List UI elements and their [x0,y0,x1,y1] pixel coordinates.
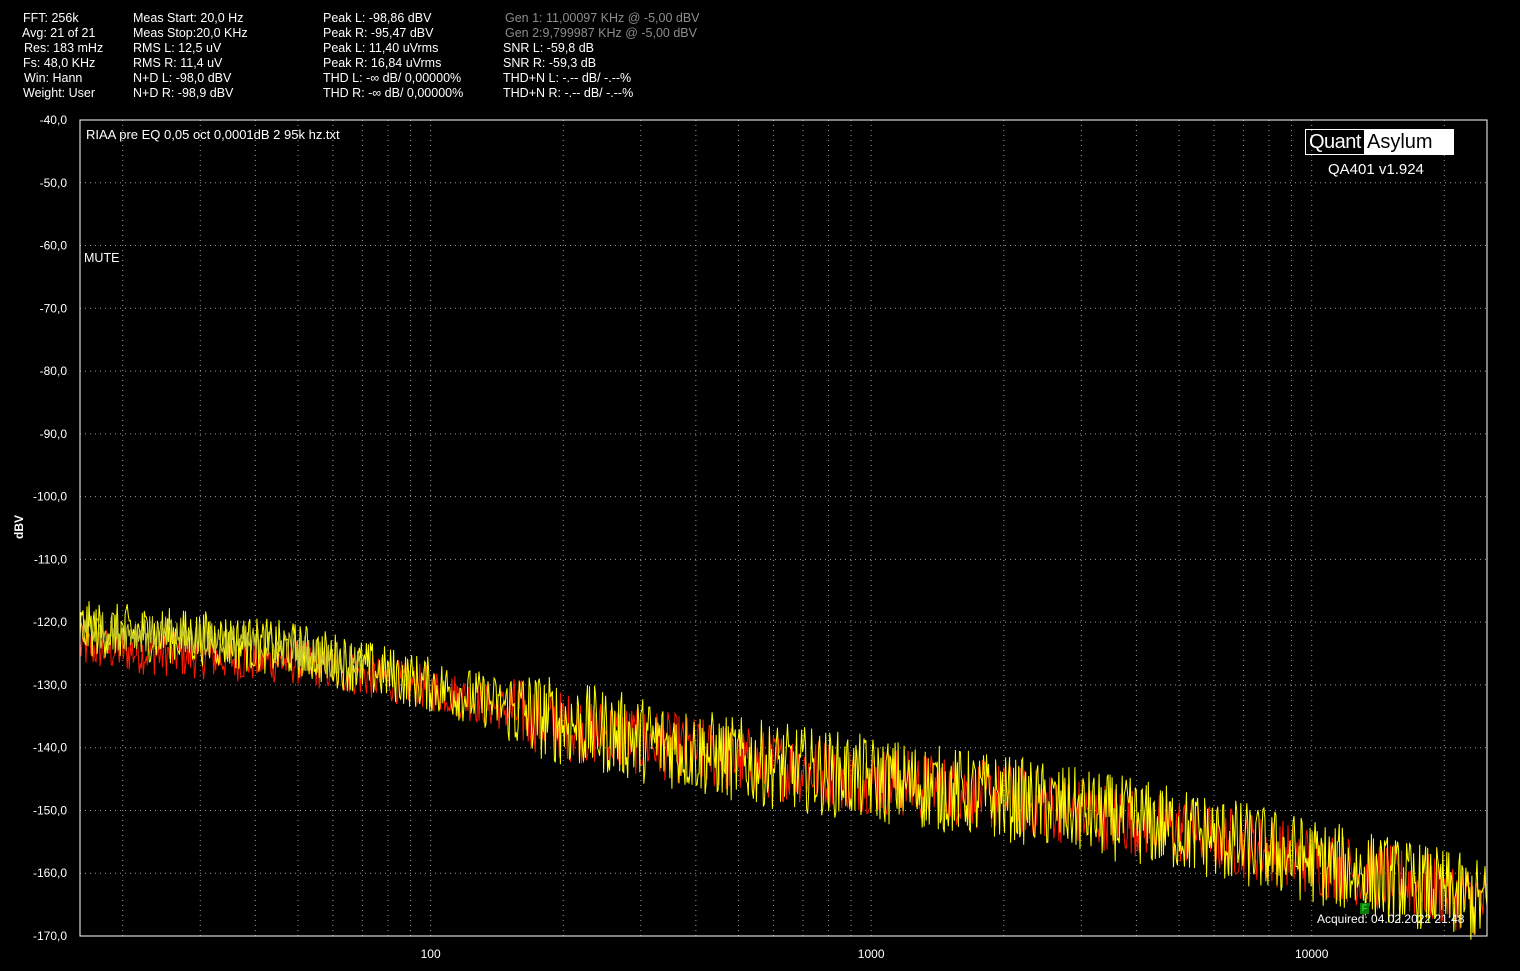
y-tick-label: -110,0 [34,552,67,566]
acquired-timestamp: Acquired: 04.02.2022 21:48 [1317,912,1465,926]
mute-label: MUTE [84,251,120,265]
y-tick-label: -100,0 [33,490,67,504]
series-line-right [79,625,1488,935]
quantasylum-logo: Quant Asylum [1305,129,1454,155]
y-axis-ticks: -40,0 -50,0 -60,0 -70,0 -80,0 -90,0 -100,0 -110… [33,113,67,943]
x-tick-label: 10000 [1295,947,1329,961]
logo-quant: Quant [1309,131,1361,153]
y-tick-label: -70,0 [40,301,68,315]
version-label: QA401 v1.924 [1328,161,1424,178]
x-tick-label: 100 [421,947,441,961]
y-tick-label: -40,0 [40,113,68,127]
y-tick-label: -140,0 [33,741,67,755]
y-tick-label: -170,0 [33,929,67,943]
y-tick-label: -150,0 [33,803,67,817]
x-axis-ticks: 100 1000 10000 [421,947,1329,961]
logo-asylum: Asylum [1363,130,1453,154]
x-tick-label: 1000 [858,947,885,961]
y-tick-label: -50,0 [40,176,68,190]
traces [79,601,1488,940]
y-tick-label: -60,0 [40,239,68,253]
y-axis-title: dBV [12,515,26,539]
y-tick-label: -130,0 [33,678,67,692]
y-tick-label: -160,0 [33,866,67,880]
file-name-label: RIAA pre EQ 0,05 oct 0,0001dB 2 95k hz.t… [86,127,340,142]
y-tick-label: -80,0 [40,364,68,378]
y-tick-label: -120,0 [33,615,67,629]
y-tick-label: -90,0 [40,427,68,441]
spectrum-plot[interactable]: -40,0 -50,0 -60,0 -70,0 -80,0 -90,0 -100,0 -110… [0,0,1520,971]
